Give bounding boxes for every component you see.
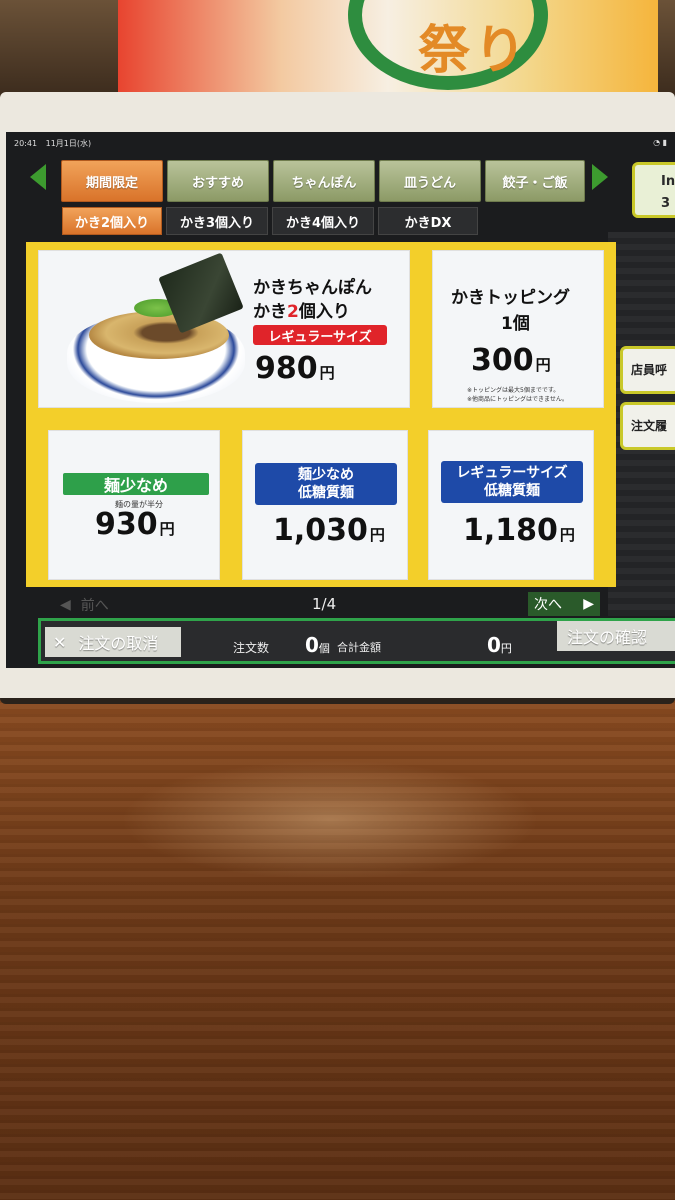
option-card-less-noodle-low-carb[interactable]: 麺少なめ 低糖質麺 1,030 円	[242, 430, 408, 580]
confirm-order-button[interactable]: 注文の確認	[557, 621, 675, 651]
total-amount-unit: 円	[500, 642, 512, 655]
total-amount: 0円	[487, 633, 512, 657]
chevron-left-icon: ◀	[60, 597, 71, 613]
table-glare	[120, 760, 540, 880]
cancel-order-button[interactable]: ✕ 注文の取消	[45, 627, 181, 657]
option-2-badge-line1: 麺少なめ	[298, 467, 354, 483]
option-3-badge-line1: レギュラーサイズ	[456, 465, 568, 481]
topping-name-line2: 1個	[501, 314, 530, 334]
call-staff-button[interactable]: 店員呼	[620, 346, 675, 394]
topping-price: 300 円	[471, 343, 551, 378]
option-1-price: 930 円	[95, 507, 175, 542]
order-history-button[interactable]: 注文履	[620, 402, 675, 450]
category-next-arrow-icon[interactable]	[592, 164, 608, 190]
menu-panel: かきちゃんぽん かき2個入り レギュラーサイズ 980 円 かきトッピング 1個 …	[26, 242, 616, 587]
next-page-button[interactable]: 次へ ▶	[528, 592, 600, 616]
featured-item-card[interactable]: かきちゃんぽん かき2個入り レギュラーサイズ 980 円	[38, 250, 410, 408]
subtab-oyster-dx[interactable]: かきDX	[378, 207, 478, 235]
topping-price-yen: 円	[535, 356, 551, 374]
info-button-sub: 3	[661, 196, 671, 211]
order-count-value: 0	[305, 633, 319, 657]
status-icons: ◔ ▮	[653, 138, 667, 147]
option-2-badge: 麺少なめ 低糖質麺	[255, 463, 397, 505]
total-amount-label: 合計金額	[337, 641, 381, 654]
status-bar: 20:41 11月1日(水)	[14, 138, 97, 149]
poster-text: 祭り	[418, 20, 531, 81]
featured-price-value: 980	[255, 351, 318, 386]
featured-name-line1: かきちゃんぽん	[253, 278, 372, 298]
featured-price-yen: 円	[319, 364, 335, 382]
topping-note-1: ※トッピングは最大5個までです。	[467, 387, 560, 394]
option-1-price-value: 930	[95, 507, 158, 542]
option-2-price-value: 1,030	[273, 513, 368, 548]
tablet-screen: 20:41 11月1日(水) ◔ ▮ 期間限定 おすすめ ちゃんぽん 皿うどん …	[6, 132, 675, 668]
option-3-badge: レギュラーサイズ 低糖質麺	[441, 461, 583, 503]
subtab-oyster-3[interactable]: かき3個入り	[166, 207, 268, 235]
subtab-oyster-2[interactable]: かき2個入り	[62, 207, 162, 235]
pagination-row: ◀ 前へ 1/4 次へ ▶	[46, 592, 606, 618]
option-1-badge: 麺少なめ	[63, 473, 209, 495]
topping-name-line1: かきトッピング	[451, 288, 570, 308]
option-3-badge-line2: 低糖質麺	[484, 483, 540, 499]
option-2-badge-line2: 低糖質麺	[298, 485, 354, 501]
status-time: 20:41	[14, 139, 38, 148]
topping-note-2: ※他商品にトッピングはできません。	[467, 396, 568, 403]
category-prev-arrow-icon[interactable]	[30, 164, 46, 190]
option-card-less-noodle[interactable]: 麺少なめ 麺の量が半分 930 円	[48, 430, 220, 580]
option-2-price: 1,030 円	[273, 513, 385, 548]
cancel-order-label: 注文の取消	[78, 634, 159, 653]
info-button[interactable]: Inf 3	[632, 162, 675, 218]
chevron-right-icon: ▶	[583, 596, 594, 612]
topping-item-card[interactable]: かきトッピング 1個 300 円 ※トッピングは最大5個までです。 ※他商品にトッ…	[432, 250, 604, 408]
total-amount-value: 0	[487, 633, 501, 657]
size-badge: レギュラーサイズ	[253, 325, 387, 345]
order-summary-bar: ✕ 注文の取消 注文数 0個 合計金額 0円 注文の確認	[38, 618, 675, 664]
order-count: 0個	[305, 633, 330, 657]
status-date: 11月1日(水)	[45, 139, 92, 148]
featured-name-pre: かき	[253, 302, 287, 322]
page-indicator: 1/4	[312, 595, 337, 613]
tab-champon[interactable]: ちゃんぽん	[273, 160, 375, 202]
featured-name-line2: かき2個入り	[253, 297, 350, 322]
featured-price: 980 円	[255, 351, 335, 386]
tab-sara-udon[interactable]: 皿うどん	[379, 160, 481, 202]
featured-name-post: 個入り	[298, 302, 350, 322]
option-3-price: 1,180 円	[463, 513, 575, 548]
prev-page-button[interactable]: ◀ 前へ	[60, 594, 132, 616]
featured-name-num: 2	[287, 302, 299, 322]
close-icon: ✕	[53, 632, 67, 652]
poster: 祭り	[118, 0, 658, 92]
tab-gyoza-rice[interactable]: 餃子・ご飯	[485, 160, 585, 202]
order-count-label: 注文数	[233, 641, 270, 655]
order-count-unit: 個	[318, 642, 330, 655]
option-card-regular-low-carb[interactable]: レギュラーサイズ 低糖質麺 1,180 円	[428, 430, 594, 580]
topping-price-value: 300	[471, 343, 534, 378]
next-page-label: 次へ	[534, 597, 562, 613]
info-button-label: Inf	[661, 174, 675, 189]
tab-limited-time[interactable]: 期間限定	[61, 160, 163, 202]
option-3-price-yen: 円	[559, 526, 575, 544]
option-3-price-value: 1,180	[463, 513, 558, 548]
option-1-price-yen: 円	[159, 520, 175, 538]
subtab-oyster-4[interactable]: かき4個入り	[272, 207, 374, 235]
confirm-order-label: 注文の確認	[567, 628, 648, 647]
tab-recommended[interactable]: おすすめ	[167, 160, 269, 202]
option-2-price-yen: 円	[369, 526, 385, 544]
prev-page-label: 前へ	[80, 598, 109, 614]
